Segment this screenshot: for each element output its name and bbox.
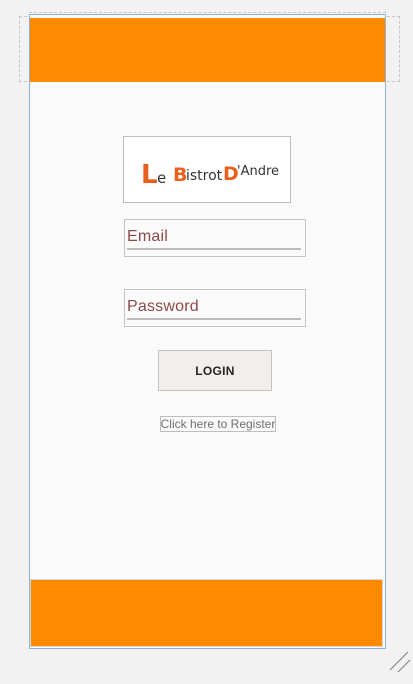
logo: L e B istrot D 'Andre [123, 136, 291, 203]
logo-letter-l: L [141, 160, 158, 190]
phone-screen [29, 14, 386, 649]
register-link[interactable]: Click here to Register [160, 416, 276, 432]
login-button[interactable]: LOGIN [158, 350, 272, 391]
password-underline [127, 318, 301, 320]
logo-text-andre: 'Andre [237, 164, 279, 179]
email-underline [127, 248, 301, 250]
resize-handle-icon[interactable] [388, 650, 412, 674]
email-field[interactable]: Email [124, 219, 306, 257]
bottom-bar [30, 579, 383, 647]
password-hint: Password [127, 298, 199, 315]
email-hint: Email [127, 228, 169, 245]
password-field[interactable]: Password [124, 289, 306, 327]
logo-text-istrot: istrot [186, 168, 223, 184]
logo-image: L e B istrot D 'Andre [141, 160, 279, 190]
logo-text-e: e [157, 169, 166, 187]
top-app-bar [30, 18, 385, 82]
